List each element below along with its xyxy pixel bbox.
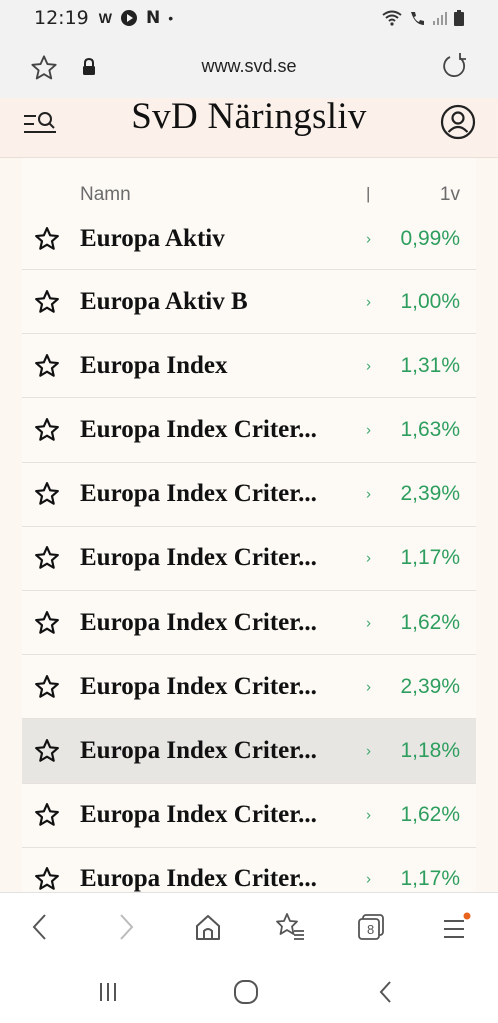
favorite-star-icon[interactable] — [34, 545, 60, 571]
table-row[interactable]: Europa Index Criter... › 2,39% — [22, 655, 476, 720]
return-1v: 1,17% — [400, 546, 460, 570]
favorite-star-icon[interactable] — [34, 226, 60, 252]
home-circle-icon — [234, 980, 258, 1004]
return-1v: 1,62% — [400, 610, 460, 634]
table-row[interactable]: Europa Index Criter... › 2,39% — [22, 462, 476, 527]
fund-name[interactable]: Europa Index Criter... — [80, 416, 317, 444]
system-nav-bar — [0, 958, 498, 1023]
partial-column-value: › — [366, 230, 371, 247]
favorite-star-icon[interactable] — [34, 289, 60, 315]
fund-name[interactable]: Europa Index Criter... — [80, 737, 317, 765]
favorite-star-icon[interactable] — [34, 738, 60, 764]
status-bar: 12:19 W N • — [0, 0, 498, 36]
fund-list: Namn | 1v Europa Aktiv › 0,99% Europa Ak… — [22, 158, 476, 892]
favorite-star-icon[interactable] — [34, 417, 60, 443]
url-bar: www.svd.se — [0, 36, 498, 98]
table-body: Europa Aktiv › 0,99% Europa Aktiv B › 1,… — [22, 208, 476, 892]
tabs-button[interactable]: 8 — [352, 907, 392, 947]
browser-toolbar: 8 — [0, 892, 498, 958]
fund-name[interactable]: Europa Aktiv — [80, 225, 225, 253]
table-row[interactable]: Europa Index Criter... › 1,17% — [22, 847, 476, 892]
favorite-star-icon[interactable] — [34, 353, 60, 379]
recent-apps-icon — [100, 983, 116, 1001]
return-1v: 0,99% — [400, 226, 460, 250]
url-text[interactable]: www.svd.se — [0, 56, 498, 77]
partial-column-value: › — [366, 614, 371, 632]
menu-button[interactable] — [436, 907, 476, 947]
favorite-star-icon[interactable] — [34, 866, 60, 892]
return-1v: 1,00% — [400, 289, 460, 313]
return-1v: 1,62% — [400, 803, 460, 827]
site-logo[interactable]: SvD Näringsliv — [0, 98, 498, 136]
column-header-partial[interactable]: | — [366, 184, 370, 204]
forward-button[interactable] — [106, 907, 146, 947]
partial-column-value: › — [366, 549, 371, 567]
partial-column-value: › — [366, 293, 371, 311]
chevron-left-icon — [32, 914, 46, 940]
return-1v: 1,17% — [400, 867, 460, 891]
column-header-1v[interactable]: 1v — [440, 184, 460, 206]
site-header: SvD Näringsliv — [0, 98, 498, 158]
partial-column-value: › — [366, 678, 371, 696]
fund-name[interactable]: Europa Index Criter... — [80, 801, 317, 829]
partial-column-value: › — [366, 806, 371, 824]
table-row[interactable]: Europa Index Criter... › 1,63% — [22, 398, 476, 463]
tab-count: 8 — [367, 922, 375, 937]
play-icon — [120, 10, 137, 26]
home-icon — [196, 915, 220, 940]
partial-column-value: › — [366, 870, 371, 888]
back-button[interactable] — [20, 907, 60, 947]
column-header-name[interactable]: Namn — [80, 184, 131, 206]
recent-apps-button[interactable] — [88, 972, 128, 1012]
fund-name[interactable]: Europa Index — [80, 352, 228, 380]
signal-icon — [433, 12, 447, 25]
return-1v: 2,39% — [400, 482, 460, 506]
fund-name[interactable]: Europa Index Criter... — [80, 544, 317, 572]
call-icon — [411, 12, 424, 25]
n-icon: N — [145, 8, 161, 28]
wifi-icon — [382, 10, 402, 26]
dot-icon: • — [168, 10, 174, 26]
notification-icons: W N • — [99, 8, 173, 28]
partial-column-value: › — [366, 742, 371, 760]
home-button[interactable] — [188, 907, 228, 947]
bookmarks-icon — [276, 913, 304, 940]
favorite-star-icon[interactable] — [34, 481, 60, 507]
w-icon: W — [98, 10, 112, 26]
back-chevron-icon — [379, 981, 391, 1003]
favorite-star-icon[interactable] — [34, 674, 60, 700]
hamburger-menu-icon — [444, 912, 471, 938]
bookmarks-button[interactable] — [270, 907, 310, 947]
table-row[interactable]: Europa Index › 1,31% — [22, 334, 476, 399]
fund-name[interactable]: Europa Index Criter... — [80, 609, 317, 637]
reload-icon[interactable] — [440, 52, 468, 82]
back-system-button[interactable] — [366, 972, 406, 1012]
fund-name[interactable]: Europa Index Criter... — [80, 673, 317, 701]
table-row[interactable]: Europa Index Criter... › 1,17% — [22, 526, 476, 591]
return-1v: 1,63% — [400, 417, 460, 441]
partial-column-value: › — [366, 485, 371, 503]
table-header: Namn | 1v — [22, 184, 476, 208]
table-row[interactable]: Europa Index Criter... › 1,62% — [22, 783, 476, 848]
account-icon[interactable] — [440, 104, 476, 140]
return-1v: 2,39% — [400, 674, 460, 698]
battery-icon — [454, 10, 464, 26]
favorite-star-icon[interactable] — [34, 610, 60, 636]
table-row[interactable]: Europa Aktiv › 0,99% — [22, 208, 476, 270]
table-row[interactable]: Europa Index Criter... › 1,18% — [22, 719, 476, 784]
return-1v: 1,18% — [400, 738, 460, 762]
chevron-right-icon — [120, 914, 134, 940]
fund-name[interactable]: Europa Index Criter... — [80, 865, 317, 892]
fund-name[interactable]: Europa Index Criter... — [80, 480, 317, 508]
home-system-button[interactable] — [226, 972, 266, 1012]
fund-name[interactable]: Europa Aktiv B — [80, 288, 248, 316]
table-row[interactable]: Europa Index Criter... › 1,62% — [22, 590, 476, 656]
system-icons — [382, 10, 464, 26]
partial-column-value: › — [366, 421, 371, 439]
status-time: 12:19 — [34, 7, 89, 29]
return-1v: 1,31% — [400, 353, 460, 377]
table-row[interactable]: Europa Aktiv B › 1,00% — [22, 270, 476, 335]
partial-column-value: › — [366, 357, 371, 375]
favorite-star-icon[interactable] — [34, 802, 60, 828]
